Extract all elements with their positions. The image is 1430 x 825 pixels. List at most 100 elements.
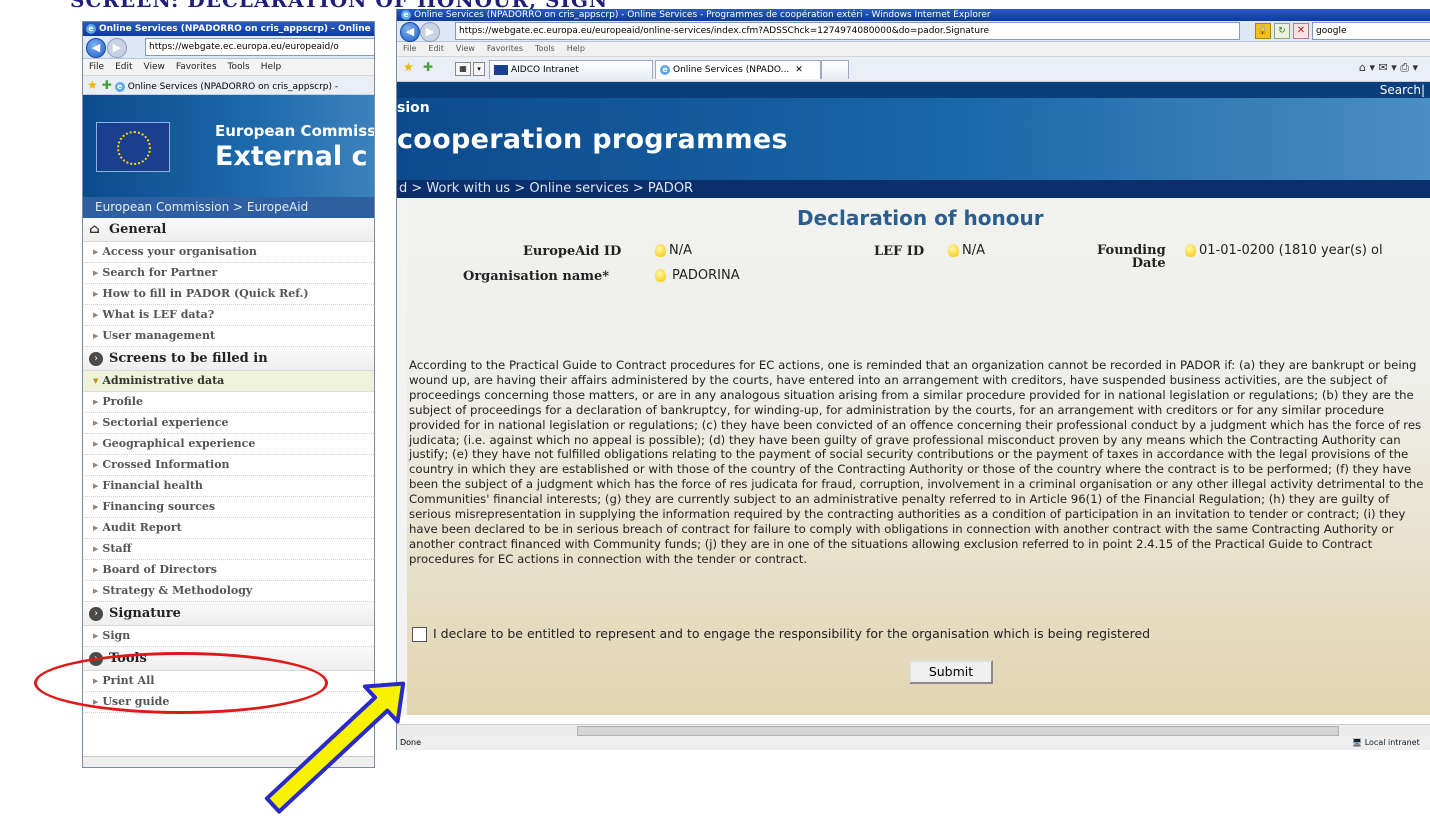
add-favorite-icon[interactable]: ✚: [423, 60, 433, 74]
right-ec-banner: sion cooperation programmes: [397, 98, 1430, 180]
info-bulb-icon[interactable]: [948, 244, 959, 257]
menu-file[interactable]: File: [89, 62, 104, 72]
sidebar-item-search-partner[interactable]: ▶ Search for Partner: [83, 263, 374, 284]
left-breadcrumb: European Commission > EuropeAid: [83, 197, 374, 218]
europeaid-id-value: N/A: [655, 243, 692, 258]
right-url-field[interactable]: https://webgate.ec.europa.eu/europeaid/o…: [455, 22, 1240, 40]
sidebar-item-lef-data[interactable]: ▶ What is LEF data?: [83, 305, 374, 326]
search-field[interactable]: google: [1312, 22, 1430, 40]
right-browser-window: e Online Services (NPADORRO on cris_appsc…: [396, 9, 1430, 750]
left-menu-bar: File Edit View Favorites Tools Help: [83, 59, 374, 76]
ie-logo-icon: e: [401, 9, 411, 20]
left-sidebar-menu: ⌂ General ▶ Access your organisation ▶ Sear…: [83, 218, 374, 713]
home-icon: ⌂: [89, 221, 100, 237]
section-arrow-icon: ›: [89, 351, 103, 366]
eu-flag-icon: [494, 64, 508, 75]
tab-aidco-intranet[interactable]: AIDCO Intranet: [489, 60, 653, 79]
right-tab-bar: ★ ✚ ▦ ▾ AIDCO Intranet e Online Services …: [397, 57, 1430, 82]
banner-small-text: sion: [397, 100, 430, 116]
section-screens: › Screens to be filled in: [83, 347, 374, 371]
menu-edit[interactable]: Edit: [115, 62, 132, 72]
menu-file[interactable]: File: [403, 44, 416, 53]
menu-help[interactable]: Help: [567, 44, 585, 53]
menu-tools[interactable]: Tools: [535, 44, 555, 53]
right-menu-bar: File Edit View Favorites Tools Help: [397, 42, 1430, 57]
info-bulb-icon[interactable]: [655, 269, 666, 282]
tab-online-services[interactable]: e Online Services (NPADO... ✕: [655, 60, 821, 79]
sidebar-item-strategy[interactable]: ▶ Strategy & Methodology: [83, 581, 374, 602]
section-arrow-icon: ›: [89, 606, 103, 621]
right-horizontal-scrollbar[interactable]: [397, 724, 1430, 736]
stop-icon[interactable]: ✕: [1293, 23, 1309, 39]
forward-icon[interactable]: ▶: [107, 38, 127, 58]
right-address-bar: ◀ ▶ https://webgate.ec.europa.eu/europea…: [397, 21, 1430, 42]
declaration-text: According to the Practical Guide to Cont…: [409, 358, 1424, 566]
search-link[interactable]: Search|: [1380, 83, 1425, 97]
organisation-name-label: Organisation name*: [463, 269, 610, 284]
sidebar-item-sectorial[interactable]: ▶ Sectorial experience: [83, 413, 374, 434]
founding-date-value: 01-01-0200 (1810 year(s) ol: [1185, 243, 1383, 258]
menu-favorites[interactable]: Favorites: [487, 44, 523, 53]
menu-view[interactable]: View: [456, 44, 475, 53]
left-address-bar: ◀ ▶ https://webgate.ec.europa.eu/europea…: [83, 36, 374, 59]
sidebar-item-audit-report[interactable]: ▶ Audit Report: [83, 518, 374, 539]
left-ec-banner: European Commissi External c: [83, 95, 374, 197]
favorites-star-icon[interactable]: ★: [87, 78, 98, 92]
left-tab-label[interactable]: Online Services (NPADORRO on cris_appscr…: [128, 82, 338, 92]
tab-ie-icon: e: [114, 81, 125, 92]
forward-icon[interactable]: ▶: [420, 22, 440, 42]
menu-help[interactable]: Help: [261, 62, 282, 72]
left-title-bar: e Online Services (NPADORRO on cris_appsc…: [83, 22, 374, 36]
tab-ie-icon: e: [660, 64, 670, 75]
declaration-content: Declaration of honour EuropeAid ID N/A L…: [397, 198, 1430, 715]
sidebar-item-quick-ref[interactable]: ▶ How to fill in PADOR (Quick Ref.): [83, 284, 374, 305]
pointer-arrow: [264, 681, 406, 814]
organisation-name-value: PADORINA: [655, 268, 740, 283]
sidebar-item-financial-health[interactable]: ▶ Financial health: [83, 476, 374, 497]
tab-list-icon[interactable]: ▾: [473, 62, 485, 76]
menu-view[interactable]: View: [144, 62, 165, 72]
europeaid-id-label: EuropeAid ID: [523, 244, 622, 259]
right-breadcrumb: d > Work with us > Online services > PAD…: [397, 180, 1430, 198]
declaration-checkbox[interactable]: [412, 627, 427, 642]
info-bulb-icon[interactable]: [655, 244, 666, 257]
left-url-field[interactable]: https://webgate.ec.europa.eu/europeaid/o: [145, 38, 374, 56]
back-icon[interactable]: ◀: [400, 22, 420, 42]
sidebar-item-board[interactable]: ▶ Board of Directors: [83, 560, 374, 581]
new-tab-button[interactable]: [821, 60, 849, 79]
refresh-icon[interactable]: ↻: [1274, 23, 1290, 39]
left-banner-line2: External c: [215, 141, 368, 172]
menu-favorites[interactable]: Favorites: [176, 62, 217, 72]
sidebar-item-administrative-data[interactable]: ▼ Administrative data: [83, 371, 374, 392]
sidebar-item-user-management[interactable]: ▶ User management: [83, 326, 374, 347]
back-icon[interactable]: ◀: [86, 38, 106, 58]
sidebar-item-profile[interactable]: ▶ Profile: [83, 392, 374, 413]
menu-tools[interactable]: Tools: [228, 62, 250, 72]
zone-indicator: 🖥 Local intranet: [1352, 738, 1420, 747]
sidebar-item-access-organisation[interactable]: ▶ Access your organisation: [83, 242, 374, 263]
left-tab-bar: ★ ✚ e Online Services (NPADORRO on cris_ap…: [83, 76, 374, 95]
right-title-bar: e Online Services (NPADORRO on cris_appsc…: [397, 9, 1430, 21]
info-bulb-icon[interactable]: [1185, 244, 1196, 257]
quick-tabs-icon[interactable]: ▦: [455, 62, 471, 76]
favorites-star-icon[interactable]: ★: [403, 60, 414, 74]
founding-date-label: Founding Date: [1097, 243, 1166, 271]
declaration-checkbox-label: I declare to be entitled to represent an…: [433, 626, 1151, 641]
top-link-strip: Search|: [397, 82, 1430, 98]
page-title: Declaration of honour: [797, 206, 1044, 230]
menu-edit[interactable]: Edit: [428, 44, 444, 53]
left-banner-line1: European Commissi: [215, 122, 374, 140]
lef-id-value: N/A: [948, 243, 985, 258]
sidebar-item-financing-sources[interactable]: ▶ Financing sources: [83, 497, 374, 518]
section-general: ⌂ General: [83, 218, 374, 242]
home-toolbar-icon[interactable]: ⌂ ▾ ✉ ▾ ⎙ ▾: [1359, 61, 1418, 75]
sidebar-item-staff[interactable]: ▶ Staff: [83, 539, 374, 560]
sidebar-item-sign[interactable]: ▶ Sign: [83, 626, 374, 647]
sidebar-item-crossed-info[interactable]: ▶ Crossed Information: [83, 455, 374, 476]
submit-button[interactable]: Submit: [909, 660, 993, 684]
close-tab-icon[interactable]: ✕: [795, 65, 803, 75]
eu-flag-logo: [96, 122, 170, 172]
sidebar-item-geographical[interactable]: ▶ Geographical experience: [83, 434, 374, 455]
status-bar: Done 🖥 Local intranet: [397, 736, 1430, 750]
add-favorite-icon[interactable]: ✚: [102, 78, 112, 92]
